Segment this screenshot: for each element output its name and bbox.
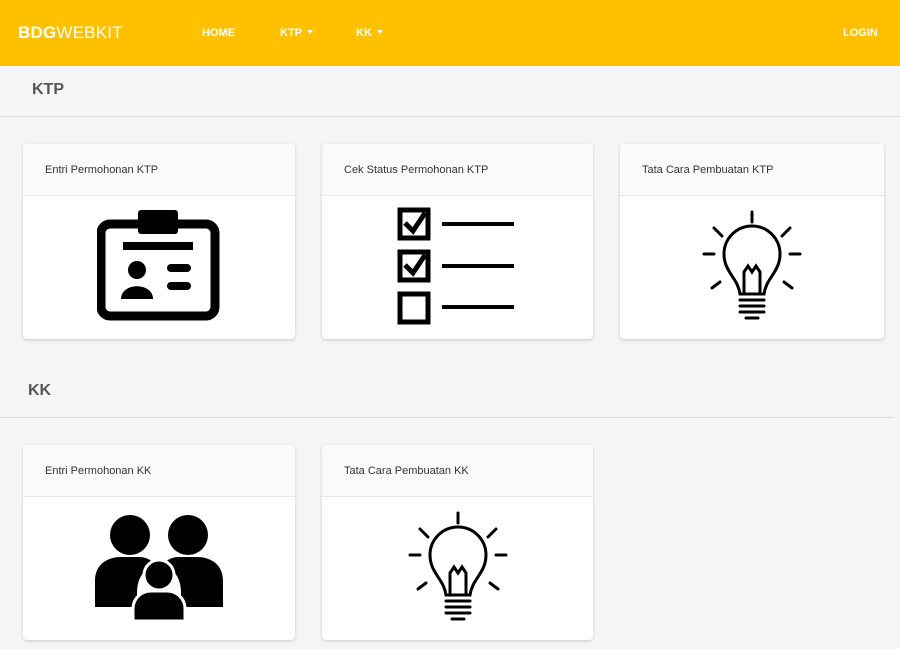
nav-home-label: HOME xyxy=(202,27,235,39)
top-navbar: BDGWEBKIT HOME KTP KK LOGIN xyxy=(0,0,900,66)
login-link[interactable]: LOGIN xyxy=(843,26,878,40)
card-cek-status-permohonan-ktp[interactable]: Cek Status Permohonan KTP xyxy=(322,144,593,339)
card-entri-permohonan-kk[interactable]: Entri Permohonan KK xyxy=(23,445,295,640)
card-tata-cara-pembuatan-kk[interactable]: Tata Cara Pembuatan KK xyxy=(322,445,593,640)
brand-logo-rest: WEBKIT xyxy=(56,23,123,42)
section-divider xyxy=(0,116,900,117)
caret-down-icon xyxy=(307,30,313,34)
lightbulb-icon xyxy=(406,509,510,632)
login-label: LOGIN xyxy=(843,27,878,39)
card-title: Tata Cara Pembuatan KTP xyxy=(642,164,774,176)
card-header: Entri Permohonan KK xyxy=(23,445,295,497)
nav-ktp-label: KTP xyxy=(280,27,302,39)
card-tata-cara-pembuatan-ktp[interactable]: Tata Cara Pembuatan KTP xyxy=(620,144,884,339)
family-icon xyxy=(95,513,223,626)
card-header: Tata Cara Pembuatan KTP xyxy=(620,144,884,196)
nav-ktp-dropdown[interactable]: KTP xyxy=(280,26,313,40)
nav-home-link[interactable]: HOME xyxy=(202,26,235,40)
card-header: Cek Status Permohonan KTP xyxy=(322,144,593,196)
section-title-kk: KK xyxy=(28,382,52,399)
section-divider xyxy=(0,417,894,418)
nav-kk-dropdown[interactable]: KK xyxy=(356,26,383,40)
caret-down-icon xyxy=(376,30,383,34)
id-card-icon xyxy=(96,206,221,327)
card-header: Tata Cara Pembuatan KK xyxy=(322,445,593,497)
card-title: Entri Permohonan KTP xyxy=(45,164,159,176)
lightbulb-icon xyxy=(700,208,804,331)
brand-logo[interactable]: BDGWEBKIT xyxy=(18,22,123,44)
nav-kk-label: KK xyxy=(356,27,372,39)
card-title: Tata Cara Pembuatan KK xyxy=(344,465,469,477)
brand-logo-bold: BDG xyxy=(18,23,57,42)
card-title: Cek Status Permohonan KTP xyxy=(344,164,489,176)
card-header: Entri Permohonan KTP xyxy=(23,144,295,196)
section-title-ktp: KTP xyxy=(32,81,64,98)
card-entri-permohonan-ktp[interactable]: Entri Permohonan KTP xyxy=(23,144,295,339)
checklist-icon xyxy=(396,204,520,331)
card-title: Entri Permohonan KK xyxy=(45,465,152,477)
